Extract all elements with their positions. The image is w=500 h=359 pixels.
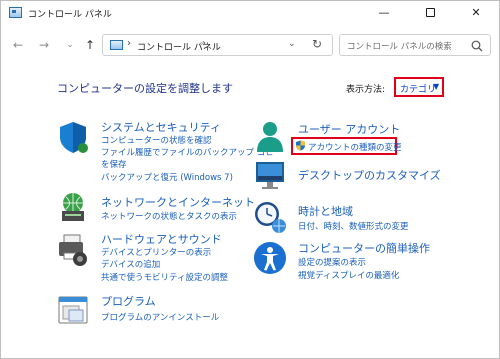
link-suggested-settings[interactable]: 設定の提案の表示: [298, 256, 366, 268]
refresh-button[interactable]: ↻: [312, 37, 322, 51]
link-network-status[interactable]: ネットワークの状態とタスクの表示: [101, 210, 237, 222]
title-bar: コントロール パネル — ✕: [1, 1, 499, 25]
link-optimize-visual-display[interactable]: 視覚ディスプレイの最適化: [298, 269, 399, 281]
category-hardware-sound[interactable]: ハードウェアとサウンド: [101, 231, 222, 247]
control-panel-window: コントロール パネル — ✕ ← → ⌄ ↑ › コントロール パネル › ⌄ …: [0, 0, 500, 359]
breadcrumb-separator[interactable]: ›: [127, 38, 131, 49]
control-panel-icon: [9, 7, 22, 18]
back-button[interactable]: ←: [9, 36, 27, 54]
link-backup-restore[interactable]: バックアップと復元 (Windows 7): [101, 171, 233, 183]
accessibility-icon[interactable]: [253, 241, 287, 275]
recent-locations-button[interactable]: ⌄: [61, 36, 79, 54]
view-by-dropdown[interactable]: カテゴリ ▼: [394, 77, 444, 97]
link-devices-printers[interactable]: デバイスとプリンターの表示: [101, 246, 211, 258]
clock-icon[interactable]: [253, 200, 287, 234]
link-date-time-format[interactable]: 日付、時刻、数値形式の変更: [298, 220, 409, 232]
minimize-button[interactable]: —: [361, 1, 407, 25]
link-change-account-type[interactable]: アカウントの種類の変更: [308, 141, 402, 153]
address-bar[interactable]: › コントロール パネル › ⌄ ↻: [102, 34, 333, 56]
search-icon[interactable]: [470, 39, 484, 53]
printer-icon[interactable]: [56, 233, 90, 267]
link-check-computer-status[interactable]: コンピューターの状態を確認: [101, 134, 212, 146]
user-icon[interactable]: [253, 119, 287, 153]
category-system-security[interactable]: システムとセキュリティ: [101, 119, 221, 135]
category-programs[interactable]: プログラム: [101, 293, 156, 309]
uac-shield-icon: [296, 140, 305, 151]
category-ease-of-access[interactable]: コンピューターの簡単操作: [298, 240, 430, 256]
search-input[interactable]: コントロール パネルの検索: [339, 34, 491, 56]
control-panel-icon: [110, 40, 123, 50]
view-by-value[interactable]: カテゴリ: [400, 82, 436, 95]
forward-button[interactable]: →: [35, 36, 53, 54]
page-title: コンピューターの設定を調整します: [57, 82, 233, 95]
link-file-history-backup-cont[interactable]: を保存: [101, 158, 127, 170]
link-uninstall-program[interactable]: プログラムのアンインストール: [101, 311, 219, 323]
navigation-bar: ← → ⌄ ↑ › コントロール パネル › ⌄ ↻ コントロール パネルの検索: [1, 29, 499, 61]
desktop-icon[interactable]: [253, 159, 287, 193]
maximize-button[interactable]: [407, 1, 453, 25]
network-icon[interactable]: [56, 191, 90, 225]
link-add-device[interactable]: デバイスの追加: [101, 258, 160, 270]
category-network-internet[interactable]: ネットワークとインターネット: [101, 194, 255, 210]
shield-icon[interactable]: [56, 120, 90, 154]
breadcrumb-control-panel[interactable]: コントロール パネル: [137, 40, 221, 53]
link-mobility-settings[interactable]: 共通で使うモビリティ設定の調整: [101, 271, 228, 283]
address-dropdown-button[interactable]: ⌄: [288, 39, 296, 49]
breadcrumb-separator[interactable]: ›: [202, 38, 206, 49]
search-placeholder: コントロール パネルの検索: [347, 42, 452, 52]
category-clock-region[interactable]: 時計と地域: [298, 203, 353, 219]
chevron-down-icon[interactable]: ▼: [433, 82, 439, 91]
window-title: コントロール パネル: [28, 10, 112, 20]
up-button[interactable]: ↑: [81, 36, 99, 54]
category-desktop-customization[interactable]: デスクトップのカスタマイズ: [298, 167, 441, 183]
close-button[interactable]: ✕: [453, 1, 499, 25]
view-by-label: 表示方法:: [346, 85, 386, 95]
programs-icon[interactable]: [56, 293, 90, 327]
category-user-accounts[interactable]: ユーザー アカウント: [298, 121, 400, 137]
maximize-icon: [425, 8, 435, 17]
